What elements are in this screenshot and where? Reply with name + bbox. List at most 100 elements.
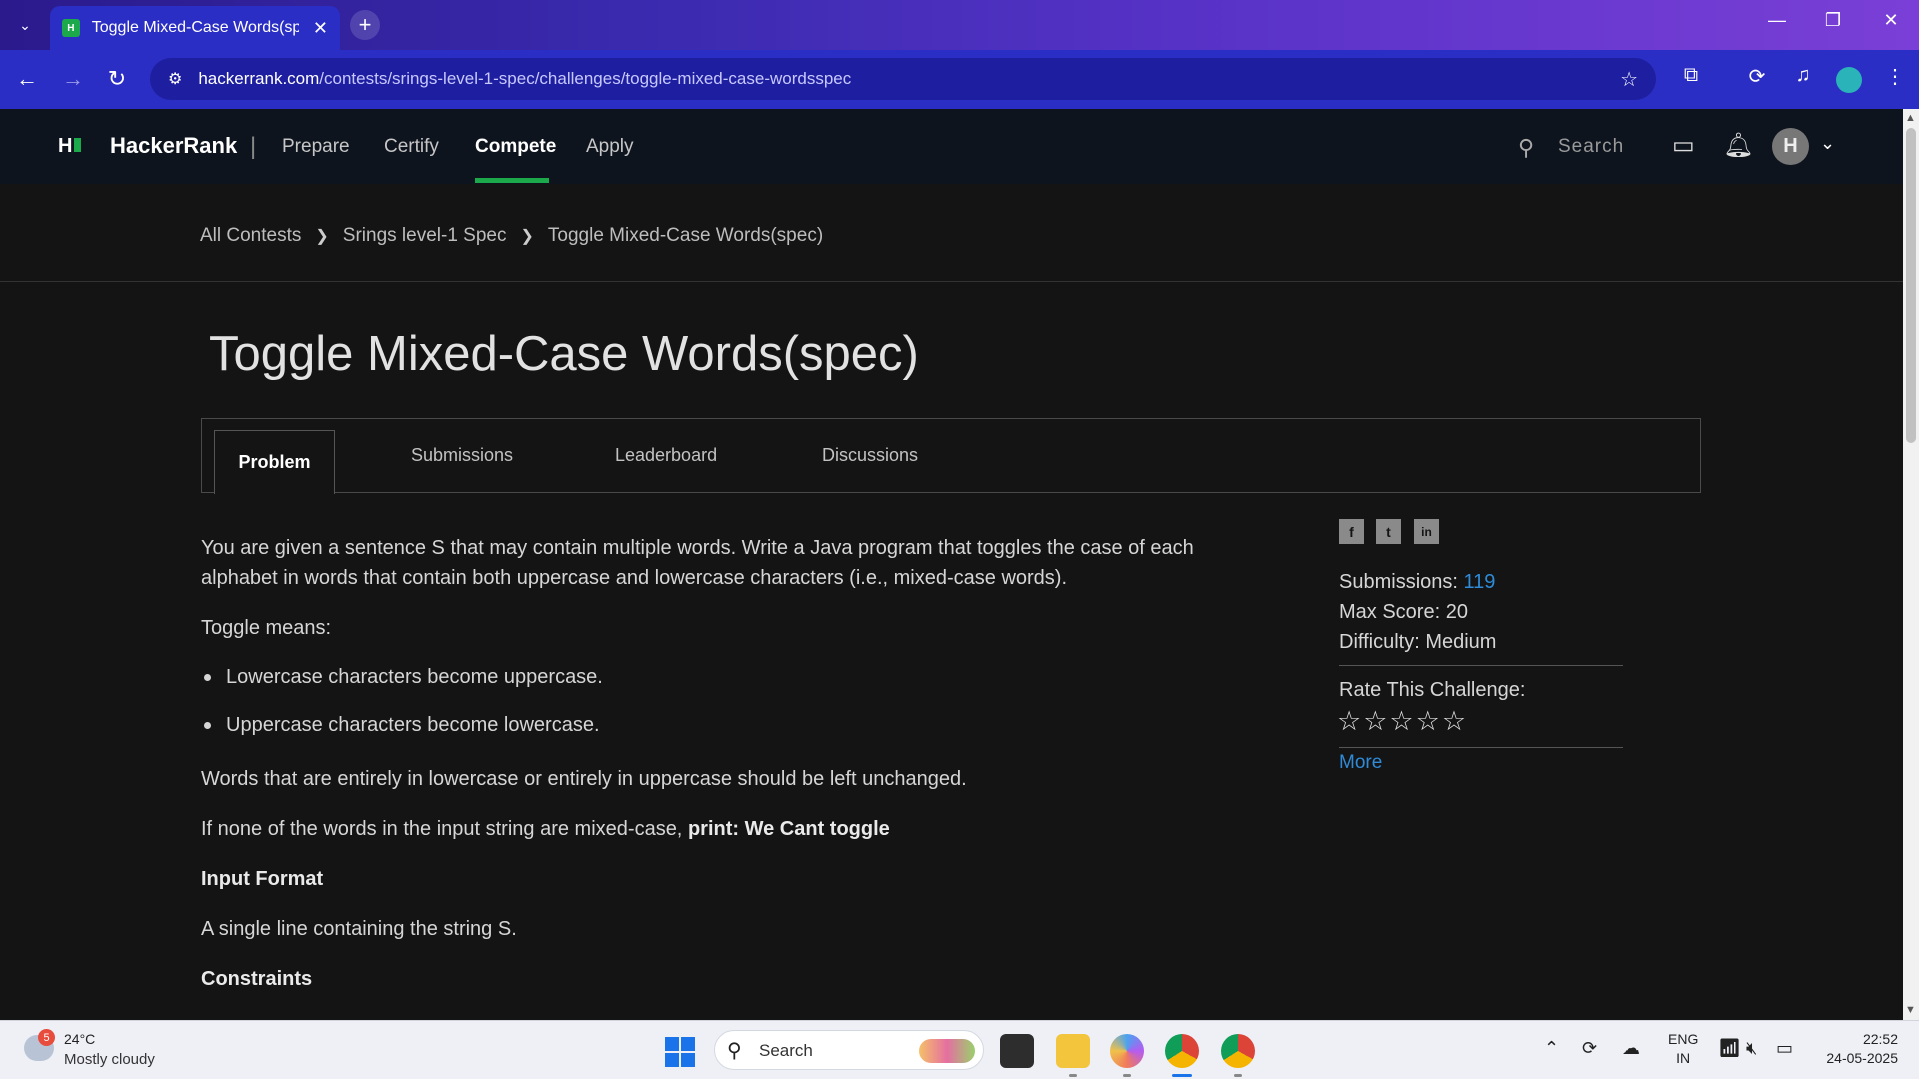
close-tab-icon[interactable]: ✕ — [313, 18, 328, 39]
language-code: ENG — [1668, 1031, 1699, 1047]
active-indicator — [1172, 1074, 1192, 1077]
nav-apply[interactable]: Apply — [586, 136, 634, 158]
tab-title: Toggle Mixed-Case Words(spec) — [91, 19, 299, 36]
submissions-count-link[interactable]: 119 — [1464, 571, 1496, 593]
clock[interactable]: 22:52 24-05-2025 — [1818, 1030, 1898, 1068]
wifi-icon[interactable]: 📶︎ — [1718, 1038, 1741, 1059]
twitter-share-icon[interactable]: t — [1376, 519, 1401, 544]
sidebar-divider — [1339, 665, 1623, 666]
breadcrumb-all-contests[interactable]: All Contests — [200, 225, 301, 247]
time: 22:52 — [1862, 1031, 1898, 1047]
browser-tab[interactable]: H Toggle Mixed-Case Words(spec) ✕ — [50, 6, 340, 50]
browser-tabstrip: ⌄ H Toggle Mixed-Case Words(spec) ✕ + — … — [0, 0, 1919, 50]
running-indicator — [1234, 1074, 1242, 1077]
extensions-icon[interactable]: ⧉ — [1676, 64, 1706, 87]
minimize-icon[interactable]: — — [1762, 10, 1792, 31]
constraints-heading: Constraints — [201, 968, 313, 990]
submissions-stat: Submissions: 119 — [1339, 571, 1495, 594]
site-logo-text[interactable]: HackerRank — [110, 133, 237, 159]
copilot-icon[interactable] — [1110, 1034, 1144, 1068]
address-bar[interactable]: ⚙ hackerrank.com/contests/srings-level-1… — [150, 58, 1656, 100]
weather-condition[interactable]: Mostly cloudy — [64, 1051, 155, 1068]
task-view-icon[interactable] — [1000, 1034, 1034, 1068]
hackerrank-logo-icon[interactable]: H — [58, 135, 82, 158]
chevron-up-icon[interactable]: ⌃ — [1544, 1038, 1559, 1059]
forward-icon[interactable]: → — [58, 66, 88, 92]
back-icon[interactable]: ← — [12, 66, 42, 92]
nav-compete[interactable]: Compete — [475, 136, 556, 158]
rating-stars[interactable]: ☆☆☆☆☆ — [1337, 706, 1468, 737]
chevron-right-icon: ❯ — [315, 228, 329, 245]
search-icon[interactable]: ⚲ — [1518, 135, 1534, 161]
tab-leaderboard[interactable]: Leaderboard — [615, 445, 717, 466]
nav-prepare[interactable]: Prepare — [282, 136, 350, 158]
file-explorer-icon[interactable] — [1056, 1034, 1090, 1068]
page-title: Toggle Mixed-Case Words(spec) — [209, 327, 919, 381]
date: 24-05-2025 — [1826, 1050, 1898, 1066]
chevron-down-icon[interactable]: ⌄ — [1820, 133, 1835, 154]
facebook-share-icon[interactable]: f — [1339, 519, 1364, 544]
sidebar-divider — [1339, 747, 1623, 748]
taskbar-search[interactable]: ⚲ Search — [714, 1030, 984, 1070]
url-host: hackerrank.com — [198, 69, 320, 88]
header-divider: | — [250, 133, 257, 160]
bullet-marker — [204, 722, 211, 729]
running-indicator — [1123, 1074, 1131, 1077]
bookmark-star-icon[interactable]: ☆ — [1620, 67, 1638, 92]
scrollbar-thumb[interactable] — [1906, 128, 1916, 443]
linkedin-share-icon[interactable]: in — [1414, 519, 1439, 544]
sync-icon[interactable]: ⟳ — [1582, 1038, 1597, 1059]
bullet-marker — [204, 674, 211, 681]
breadcrumb: All Contests ❯ Srings level-1 Spec ❯ Tog… — [200, 225, 823, 247]
taskbar-search-label: Search — [759, 1041, 813, 1060]
input-format-heading: Input Format — [201, 868, 324, 890]
weather-temperature[interactable]: 24°C — [64, 1031, 95, 1047]
toggle-means-text: Toggle means: — [201, 617, 332, 639]
site-info-icon[interactable]: ⚙ — [168, 69, 182, 89]
submissions-label: Submissions: — [1339, 571, 1458, 593]
url-path: /contests/srings-level-1-spec/challenges… — [319, 69, 852, 88]
performance-icon[interactable]: ⟳ — [1742, 64, 1772, 89]
onedrive-cloud-icon[interactable]: ☁ — [1622, 1038, 1640, 1059]
list-item: Lowercase characters become uppercase. — [226, 666, 603, 688]
browser-profile-avatar[interactable] — [1836, 67, 1862, 93]
windows-start-icon[interactable] — [665, 1037, 695, 1067]
breadcrumb-challenge[interactable]: Toggle Mixed-Case Words(spec) — [548, 225, 823, 247]
tab-discussions[interactable]: Discussions — [822, 445, 918, 466]
close-window-icon[interactable]: ✕ — [1876, 10, 1906, 31]
breadcrumb-contest[interactable]: Srings level-1 Spec — [343, 225, 507, 247]
language-indicator[interactable]: ENG IN — [1668, 1030, 1698, 1068]
site-header: H HackerRank | Prepare Certify Compete A… — [0, 109, 1903, 184]
browser-menu-icon[interactable]: ⋮ — [1880, 64, 1910, 89]
search-icon: ⚲ — [727, 1040, 742, 1062]
list-item: Uppercase characters become lowercase. — [226, 714, 600, 736]
chrome-profile-icon[interactable] — [1221, 1034, 1255, 1068]
user-avatar[interactable]: H — [1772, 128, 1809, 165]
running-indicator — [1069, 1074, 1077, 1077]
speaker-muted-icon[interactable]: 🔇︎ — [1746, 1038, 1757, 1059]
windows-taskbar: 5 24°C Mostly cloudy ⚲ Search ⌃ ⟳ ☁ ENG I… — [0, 1020, 1919, 1079]
more-link[interactable]: More — [1339, 752, 1382, 774]
restore-icon[interactable]: ❐ — [1818, 10, 1848, 31]
browser-toolbar: ← → ↻ ⚙ hackerrank.com/contests/srings-l… — [0, 50, 1919, 109]
site-search-input[interactable]: Search — [1558, 136, 1624, 158]
tab-search-icon[interactable]: ⌄ — [12, 12, 38, 38]
none-mixed-text: If none of the words in the input string… — [201, 814, 890, 844]
none-mixed-output: print: We Cant toggle — [687, 818, 890, 840]
media-controls-icon[interactable]: ♫ — [1788, 64, 1818, 87]
chrome-icon[interactable] — [1165, 1034, 1199, 1068]
tab-submissions[interactable]: Submissions — [411, 445, 513, 466]
scroll-down-icon[interactable]: ▼ — [1905, 1004, 1916, 1016]
problem-intro: You are given a sentence S that may cont… — [201, 537, 1194, 589]
reload-icon[interactable]: ↻ — [102, 66, 132, 92]
battery-icon[interactable]: ▭ — [1776, 1038, 1793, 1059]
scroll-up-icon[interactable]: ▲ — [1905, 112, 1916, 124]
messages-icon[interactable]: ▭ — [1672, 131, 1695, 160]
unchanged-text: Words that are entirely in lowercase or … — [201, 768, 967, 790]
new-tab-button[interactable]: + — [350, 10, 380, 40]
tab-problem[interactable]: Problem — [214, 430, 335, 494]
region-code: IN — [1676, 1050, 1691, 1066]
nav-certify[interactable]: Certify — [384, 136, 439, 158]
nav-active-indicator — [475, 178, 549, 183]
notifications-bell-icon[interactable]: 🔔︎ — [1723, 131, 1753, 160]
